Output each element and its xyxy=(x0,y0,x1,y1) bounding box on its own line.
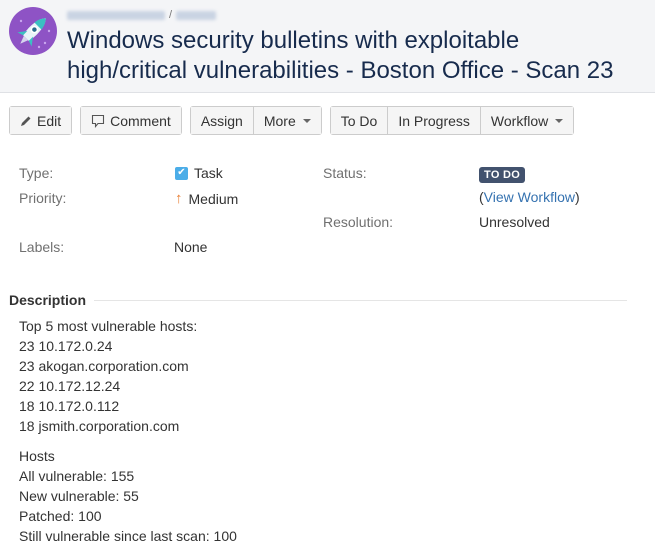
hosts-stat: Patched: 100 xyxy=(19,508,102,524)
view-workflow: (View Workflow) xyxy=(479,189,580,205)
hosts-heading: Hosts xyxy=(19,448,55,464)
in-progress-button[interactable]: In Progress xyxy=(387,107,480,134)
hosts-stat: New vulnerable: 55 xyxy=(19,488,139,504)
type-value: ✔ Task xyxy=(175,165,223,181)
edit-label: Edit xyxy=(37,112,62,129)
type-text: Task xyxy=(194,165,223,181)
more-label: More xyxy=(263,112,296,129)
workflow-label: Workflow xyxy=(490,112,549,129)
breadcrumb: / xyxy=(67,8,217,22)
status-value: TO DO xyxy=(479,165,526,183)
description-divider xyxy=(94,299,627,301)
issue-header: / Windows security bulletins with exploi… xyxy=(0,0,655,93)
host-item: 18 jsmith.corporation.com xyxy=(19,418,180,434)
rocket-icon xyxy=(17,18,51,49)
comment-label: Comment xyxy=(110,112,171,129)
resolution-label: Resolution: xyxy=(323,214,394,230)
project-avatar[interactable] xyxy=(9,7,57,55)
issue-toolbar: Edit Comment Assign More To Do In Progre… xyxy=(9,106,575,135)
todo-button[interactable]: To Do xyxy=(330,107,388,134)
resolution-value: Unresolved xyxy=(479,214,550,230)
breadcrumb-issue-key[interactable] xyxy=(176,10,217,20)
host-item: 18 10.172.0.112 xyxy=(19,398,120,414)
issue-title: Windows security bulletins with exploita… xyxy=(67,27,614,84)
hosts-stat: Still vulnerable since last scan: 100 xyxy=(19,528,237,544)
breadcrumb-separator: / xyxy=(169,9,173,21)
comment-button[interactable]: Comment xyxy=(81,107,181,134)
comment-icon xyxy=(92,114,105,128)
description-header: Description xyxy=(9,292,627,308)
priority-label: Priority: xyxy=(19,190,67,206)
caret-down-icon xyxy=(555,118,564,123)
host-item: 23 akogan.corporation.com xyxy=(19,358,189,374)
more-button[interactable]: More xyxy=(252,107,321,134)
arrow-up-icon: ↑ xyxy=(175,190,183,207)
labels-value: None xyxy=(174,239,208,255)
view-workflow-link[interactable]: View Workflow xyxy=(484,189,575,205)
status-badge: TO DO xyxy=(479,167,526,183)
priority-value: ↑ Medium xyxy=(175,190,238,207)
hosts-stat: All vulnerable: 155 xyxy=(19,468,135,484)
task-checkbox-icon: ✔ xyxy=(175,166,188,180)
host-item: 22 10.172.12.24 xyxy=(19,378,121,394)
description-body: Top 5 most vulnerable hosts: 23 10.172.0… xyxy=(19,316,237,546)
edit-button[interactable]: Edit xyxy=(10,107,72,134)
top-hosts-heading: Top 5 most vulnerable hosts: xyxy=(19,318,198,334)
labels-label: Labels: xyxy=(19,239,65,255)
priority-text: Medium xyxy=(188,190,239,207)
breadcrumb-project-link[interactable] xyxy=(67,10,165,20)
assign-button[interactable]: Assign xyxy=(190,107,253,134)
type-label: Type: xyxy=(19,165,54,181)
host-item: 23 10.172.0.24 xyxy=(19,338,113,354)
description-title: Description xyxy=(9,292,87,308)
pencil-icon xyxy=(21,116,31,126)
caret-down-icon xyxy=(302,118,311,123)
workflow-button[interactable]: Workflow xyxy=(479,107,574,134)
status-label: Status: xyxy=(323,165,367,181)
